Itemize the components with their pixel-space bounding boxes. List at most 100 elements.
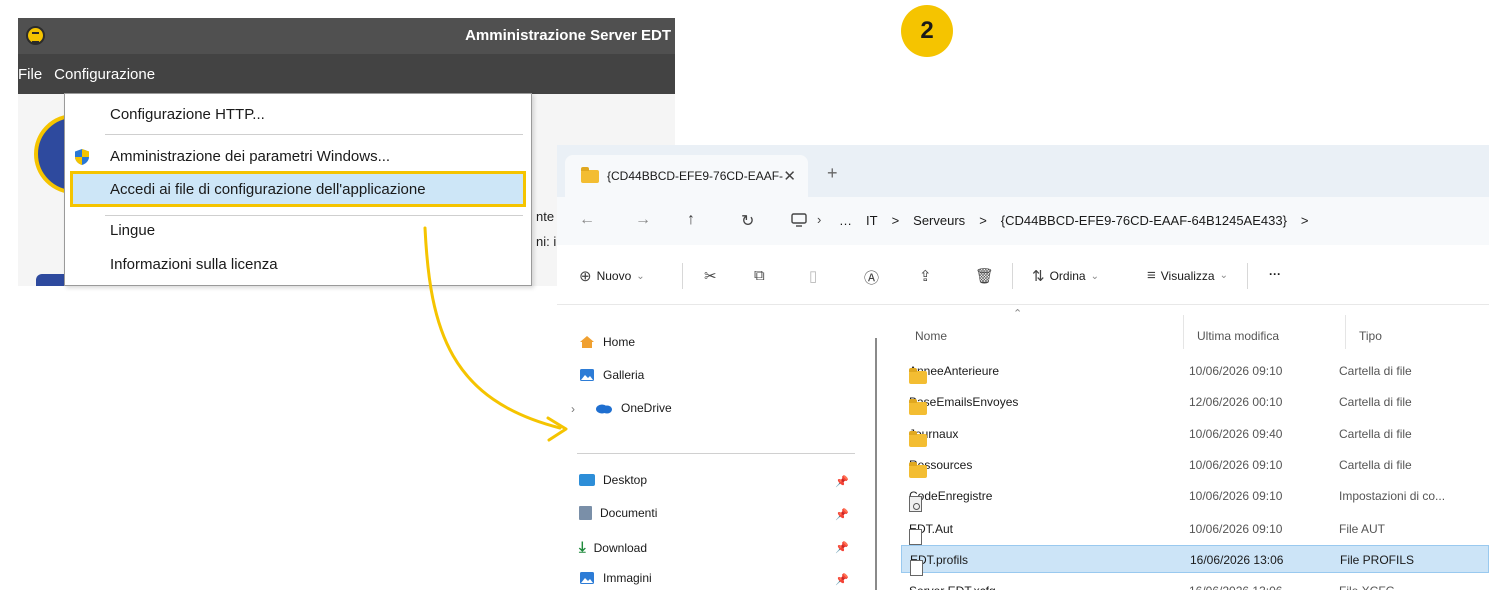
plus-circle-icon: ⊕ (579, 268, 592, 285)
table-row[interactable]: Server EDT.xcfg 16/06/2026 13:06 File XCFG (901, 577, 1489, 590)
nav-item-home[interactable]: Home (579, 335, 635, 349)
file-icon (910, 560, 923, 576)
file-name-cell: Journaux (909, 427, 958, 447)
file-modified-cell: 10/06/2026 09:10 (1189, 458, 1283, 472)
cut-button[interactable]: ✂ (704, 267, 717, 285)
menu-separator (105, 134, 523, 135)
documents-icon (579, 506, 592, 520)
pin-icon[interactable]: 📌 (835, 573, 849, 586)
file-explorer-window: {CD44BBCD-EFE9-76CD-EAAF- ✕ + ← → ↑ ↻ › … (557, 145, 1489, 590)
download-icon: ⤓ (579, 539, 586, 556)
refresh-icon[interactable]: ↻ (741, 211, 754, 231)
breadcrumb-separator: > (979, 213, 987, 228)
menu-item-label: Amministrazione dei parametri Windows... (110, 147, 391, 165)
breadcrumb-serveurs[interactable]: Serveurs (913, 213, 965, 228)
table-row[interactable]: CodeEnregistre 10/06/2026 09:10 Impostazio… (901, 482, 1489, 512)
breadcrumb-current-folder[interactable]: {CD44BBCD-EFE9-76CD-EAAF-64B1245AE433} (1001, 213, 1287, 228)
pin-icon[interactable]: 📌 (835, 508, 849, 521)
paste-icon: ▯ (809, 268, 818, 285)
sort-button-label: Ordina (1049, 269, 1086, 283)
table-row[interactable]: EDT.profils 16/06/2026 13:06 File PROFILS (901, 545, 1489, 576)
nav-item-desktop[interactable]: Desktop (579, 473, 647, 487)
rename-button[interactable]: Ⓐ (864, 267, 879, 288)
menu-item-informazioni-licenza[interactable]: Informazioni sulla licenza (65, 250, 531, 278)
column-header-type[interactable]: Tipo (1359, 329, 1382, 343)
more-icon: ··· (1269, 267, 1281, 281)
back-icon[interactable]: ← (579, 211, 595, 229)
nav-item-download[interactable]: ⤓ Download (579, 539, 647, 556)
share-button[interactable]: ⇪ (919, 267, 932, 285)
table-row[interactable]: EDT.Aut 10/06/2026 09:10 File AUT (901, 515, 1489, 545)
nav-divider (577, 453, 855, 454)
toolbar-separator (1012, 263, 1013, 289)
nav-item-immagini[interactable]: Immagini (579, 571, 652, 585)
desktop-icon (579, 474, 595, 486)
breadcrumb-separator: > (1300, 213, 1309, 228)
view-button[interactable]: ≡ Visualizza ⌄ (1147, 267, 1228, 284)
file-modified-cell: 16/06/2026 13:06 (1189, 584, 1282, 590)
nav-item-onedrive[interactable]: OneDrive (595, 401, 672, 415)
new-button[interactable]: ⊕ Nuovo ⌄ (579, 267, 645, 285)
explorer-addressbar: ← → ↑ ↻ › … IT > Serveurs > {CD44BBCD-EF… (557, 197, 1489, 245)
delete-button[interactable]: 🗑 (975, 267, 994, 285)
pin-icon[interactable]: 📌 (835, 541, 849, 554)
breadcrumb-overflow[interactable]: … (839, 213, 852, 228)
nav-item-documenti[interactable]: Documenti (579, 506, 657, 520)
folder-icon (909, 399, 927, 415)
nav-item-label: Home (603, 335, 636, 349)
new-tab-button[interactable]: + (827, 163, 838, 184)
configurazione-dropdown: Configurazione HTTP... Amministrazione d… (64, 93, 532, 286)
nav-pane-scrollbar[interactable] (875, 338, 877, 590)
trash-icon: 🗑 (975, 268, 995, 285)
sort-icon: ⇅ (1032, 268, 1045, 285)
column-separator[interactable] (1345, 315, 1346, 349)
paste-button[interactable]: ▯ (809, 267, 817, 285)
explorer-content: Home Galleria › OneDrive Desktop 📌 Docum… (557, 305, 1489, 590)
pin-icon[interactable]: 📌 (835, 475, 849, 488)
table-row[interactable]: Ressources 10/06/2026 09:10 Cartella di fi… (901, 451, 1489, 479)
view-button-label: Visualizza (1160, 268, 1215, 283)
column-header-modified[interactable]: Ultima modifica (1197, 329, 1279, 343)
explorer-toolbar: ⊕ Nuovo ⌄ ✂ ⧉ ▯ Ⓐ ⇪ 🗑 ⇅ Ordina ⌄ ≡ Visua… (557, 245, 1489, 305)
menu-configurazione[interactable]: Configurazione (48, 66, 161, 83)
breadcrumb-it[interactable]: IT (866, 213, 878, 228)
more-options-button[interactable]: ··· (1269, 267, 1281, 281)
file-name-cell: EDT.Aut (909, 522, 953, 545)
file-name-cell: BaseEmailsEnvoyes (909, 395, 1018, 415)
menu-item-configurazione-http[interactable]: Configurazione HTTP... (65, 100, 531, 128)
cut-icon: ✂ (704, 268, 717, 285)
sort-caret-icon: ⌃ (1013, 308, 1023, 320)
file-type-cell: Impostazioni di co... (1339, 489, 1446, 503)
folder-icon (909, 431, 927, 447)
app-titlebar: Amministrazione Server EDT (18, 18, 675, 54)
explorer-tab[interactable]: {CD44BBCD-EFE9-76CD-EAAF- ✕ (565, 155, 808, 197)
column-header-name[interactable]: Nome (915, 329, 947, 343)
table-row[interactable]: AnneeAnterieure 10/06/2026 09:10 Cartella … (901, 357, 1489, 385)
copy-icon: ⧉ (754, 267, 765, 284)
up-icon[interactable]: ↑ (687, 211, 695, 229)
table-row[interactable]: BaseEmailsEnvoyes 12/06/2026 00:10 Cartell… (901, 388, 1489, 416)
sort-button[interactable]: ⇅ Ordina ⌄ (1032, 267, 1099, 285)
column-separator[interactable] (1183, 315, 1184, 349)
folder-icon (581, 166, 599, 183)
nav-item-label: Documenti (600, 506, 658, 520)
app-logo-icon (26, 26, 45, 45)
file-type-cell: Cartella di file (1339, 458, 1412, 472)
nav-item-galleria[interactable]: Galleria (579, 368, 644, 382)
rename-icon: Ⓐ (864, 270, 880, 287)
menu-item-accedi-file-configurazione[interactable]: Accedi ai file di configurazione dell'ap… (70, 171, 526, 207)
app-title: Amministrazione Server EDT (465, 27, 671, 44)
file-modified-cell: 16/06/2026 13:06 (1190, 553, 1284, 567)
menu-item-lingue[interactable]: Lingue (65, 216, 531, 244)
copy-button[interactable]: ⧉ (754, 267, 765, 284)
table-row[interactable]: Journaux 10/06/2026 09:40 Cartella di file (901, 420, 1489, 448)
expand-chevron-icon[interactable]: › (571, 402, 575, 416)
monitor-icon[interactable] (791, 213, 807, 227)
forward-icon[interactable]: → (635, 211, 651, 229)
chevron-down-icon: ⌄ (1090, 270, 1099, 282)
app-menubar: File Configurazione (18, 54, 675, 94)
folder-icon (909, 462, 927, 478)
menu-item-parametri-windows[interactable]: Amministrazione dei parametri Windows... (65, 142, 531, 170)
menu-file[interactable]: File (18, 66, 48, 83)
close-icon[interactable]: ✕ (783, 167, 796, 185)
